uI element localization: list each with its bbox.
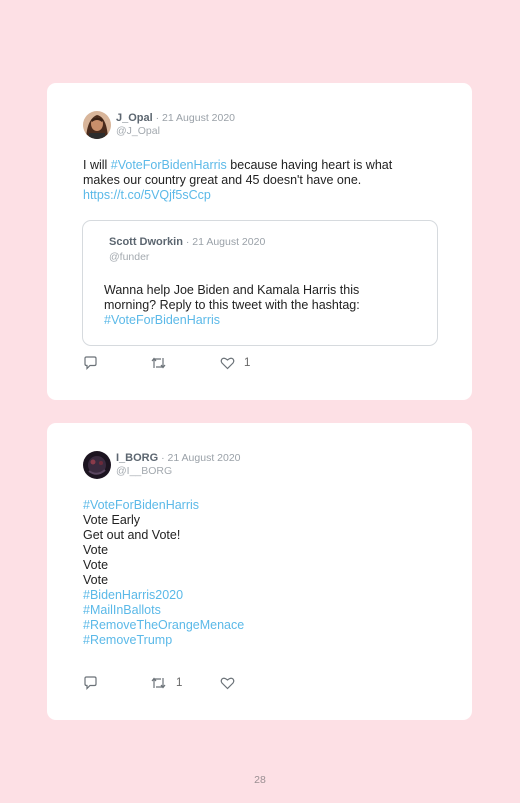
- text-line: Vote: [83, 543, 109, 557]
- tweet-card: I_BORG · 21 August 2020 @I__BORG #VoteFo…: [47, 423, 472, 720]
- tweet-card: J_Opal · 21 August 2020 @J_Opal I will #…: [47, 83, 472, 400]
- tweet-date: 21 August 2020: [162, 112, 236, 124]
- page-number: 28: [254, 774, 266, 786]
- like-icon: [220, 356, 235, 370]
- quoted-author-name[interactable]: Scott Dworkin: [109, 236, 183, 248]
- quoted-tweet[interactable]: Scott Dworkin · 21 August 2020 @funder W…: [82, 220, 438, 346]
- retweet-button[interactable]: [150, 355, 176, 371]
- avatar[interactable]: [83, 111, 111, 139]
- retweet-icon: [150, 676, 167, 690]
- reply-icon: [83, 356, 98, 370]
- text-line: Vote Early: [83, 513, 140, 527]
- text-line: Vote: [83, 573, 109, 587]
- retweet-button[interactable]: 1: [150, 675, 182, 691]
- like-icon: [220, 676, 235, 690]
- like-button[interactable]: 1: [220, 355, 250, 371]
- hashtag-link[interactable]: #BidenHarris2020: [83, 588, 244, 603]
- hashtag-link[interactable]: #VoteForBidenHarris: [111, 158, 227, 172]
- reply-button[interactable]: [83, 675, 107, 691]
- text-line: makes our country great and 45 doesn't h…: [83, 173, 392, 188]
- hashtag-link[interactable]: #VoteForBidenHarris: [83, 498, 244, 513]
- text-line: Get out and Vote!: [83, 528, 181, 542]
- avatar[interactable]: [83, 451, 111, 479]
- like-button[interactable]: [220, 675, 244, 691]
- reply-icon: [83, 676, 98, 690]
- tweet-actions: 1: [83, 355, 283, 371]
- tweet-text: I will #VoteForBidenHarris because havin…: [83, 158, 392, 203]
- hashtag-link[interactable]: #MailInBallots: [83, 603, 244, 618]
- hashtag-link[interactable]: #RemoveTrump: [83, 633, 244, 648]
- url-link[interactable]: https://t.co/5VQjf5sCcp: [83, 188, 211, 202]
- text-line: https://t.co/5VQjf5sCcp: [83, 188, 392, 203]
- tweet-header: I_BORG · 21 August 2020: [116, 452, 241, 464]
- text-span: I will: [83, 158, 111, 172]
- author-name[interactable]: J_Opal: [116, 112, 153, 124]
- hashtag-link[interactable]: #VoteForBidenHarris: [104, 313, 424, 328]
- tweet-text: #VoteForBidenHarris Vote Early Get out a…: [83, 498, 244, 648]
- tweet-header: J_Opal · 21 August 2020: [116, 112, 236, 124]
- tweet-date: 21 August 2020: [167, 452, 241, 464]
- like-count: 1: [244, 357, 251, 369]
- text-line: Vote: [83, 558, 109, 572]
- quoted-header: Scott Dworkin · 21 August 2020: [109, 236, 266, 248]
- quoted-text: Wanna help Joe Biden and Kamala Harris t…: [104, 283, 424, 328]
- text-line: morning? Reply to this tweet with the ha…: [104, 298, 360, 312]
- text-line: Wanna help Joe Biden and Kamala Harris t…: [104, 283, 360, 297]
- author-handle[interactable]: @I__BORG: [116, 465, 172, 477]
- text-line: I will #VoteForBidenHarris because havin…: [83, 158, 392, 173]
- quoted-author-handle[interactable]: @funder: [109, 251, 149, 263]
- quoted-date: 21 August 2020: [192, 236, 266, 248]
- reply-button[interactable]: [83, 355, 107, 371]
- retweet-icon: [150, 356, 167, 370]
- tweet-actions: 1: [83, 675, 283, 691]
- author-handle[interactable]: @J_Opal: [116, 125, 160, 137]
- text-span: because having heart is what: [226, 158, 393, 172]
- retweet-count: 1: [176, 677, 183, 689]
- text-span: makes our country great and 45 doesn't h…: [83, 173, 362, 187]
- hashtag-link[interactable]: #RemoveTheOrangeMenace: [83, 618, 244, 633]
- author-name[interactable]: I_BORG: [116, 452, 158, 464]
